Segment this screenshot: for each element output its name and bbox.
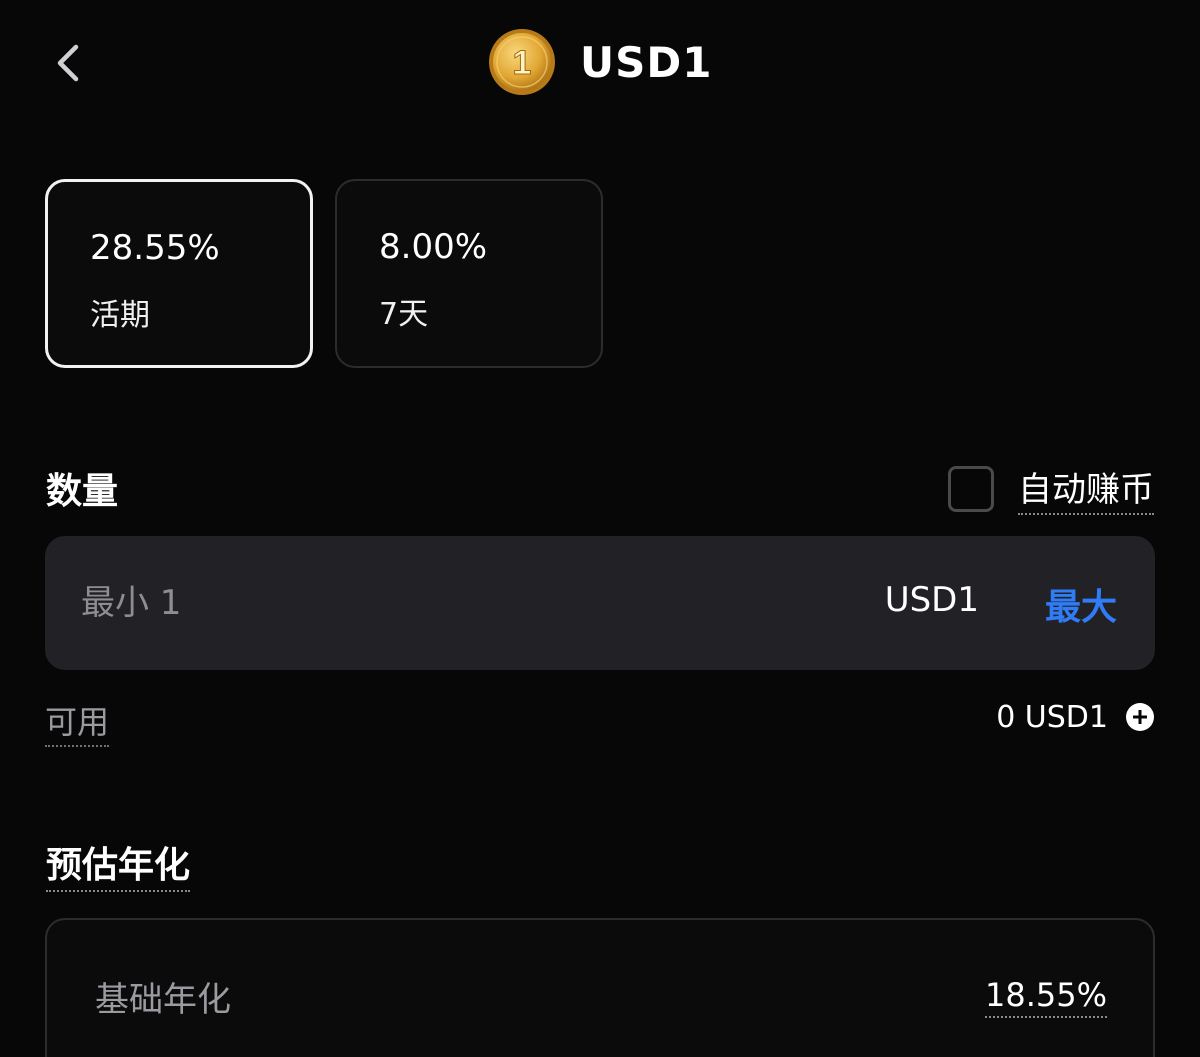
auto-earn-toggle[interactable]: 自动赚币: [948, 462, 1154, 515]
term-label: 活期: [90, 298, 150, 333]
page-title: USD1: [580, 37, 713, 87]
apr-breakdown-card: 基础年化 18.55%: [45, 918, 1155, 1057]
add-funds-icon[interactable]: [1126, 703, 1154, 731]
max-button[interactable]: 最大: [1045, 578, 1117, 630]
term-rate: 8.00%: [379, 227, 488, 267]
usd1-coin-icon: 1: [489, 29, 555, 95]
svg-text:1: 1: [513, 44, 532, 82]
amount-label: 数量: [46, 471, 119, 512]
available-balance: 0 USD1: [996, 700, 1108, 735]
estimated-apr-label[interactable]: 预估年化: [46, 836, 191, 892]
term-card-7-day[interactable]: 8.00% 7天: [335, 179, 603, 368]
auto-earn-checkbox[interactable]: [948, 465, 994, 512]
earn-subscribe-page: 1 USD1 28.55% 活期 8.00% 7天 数量 自动赚币 USD1 最…: [0, 0, 1200, 1057]
term-rate: 28.55%: [90, 228, 220, 268]
auto-earn-label[interactable]: 自动赚币: [1018, 462, 1154, 515]
chevron-left-icon: [57, 44, 79, 82]
amount-unit: USD1: [884, 580, 979, 620]
available-label[interactable]: 可用: [45, 697, 110, 747]
term-card-flexible[interactable]: 28.55% 活期: [45, 179, 313, 368]
amount-input[interactable]: [81, 574, 781, 632]
base-apr-label: 基础年化: [95, 980, 231, 1020]
base-apr-value[interactable]: 18.55%: [984, 976, 1107, 1018]
header: 1 USD1: [488, 26, 712, 98]
amount-input-box: USD1 最大: [45, 536, 1155, 670]
back-button[interactable]: [44, 38, 92, 88]
term-label: 7天: [379, 297, 429, 332]
